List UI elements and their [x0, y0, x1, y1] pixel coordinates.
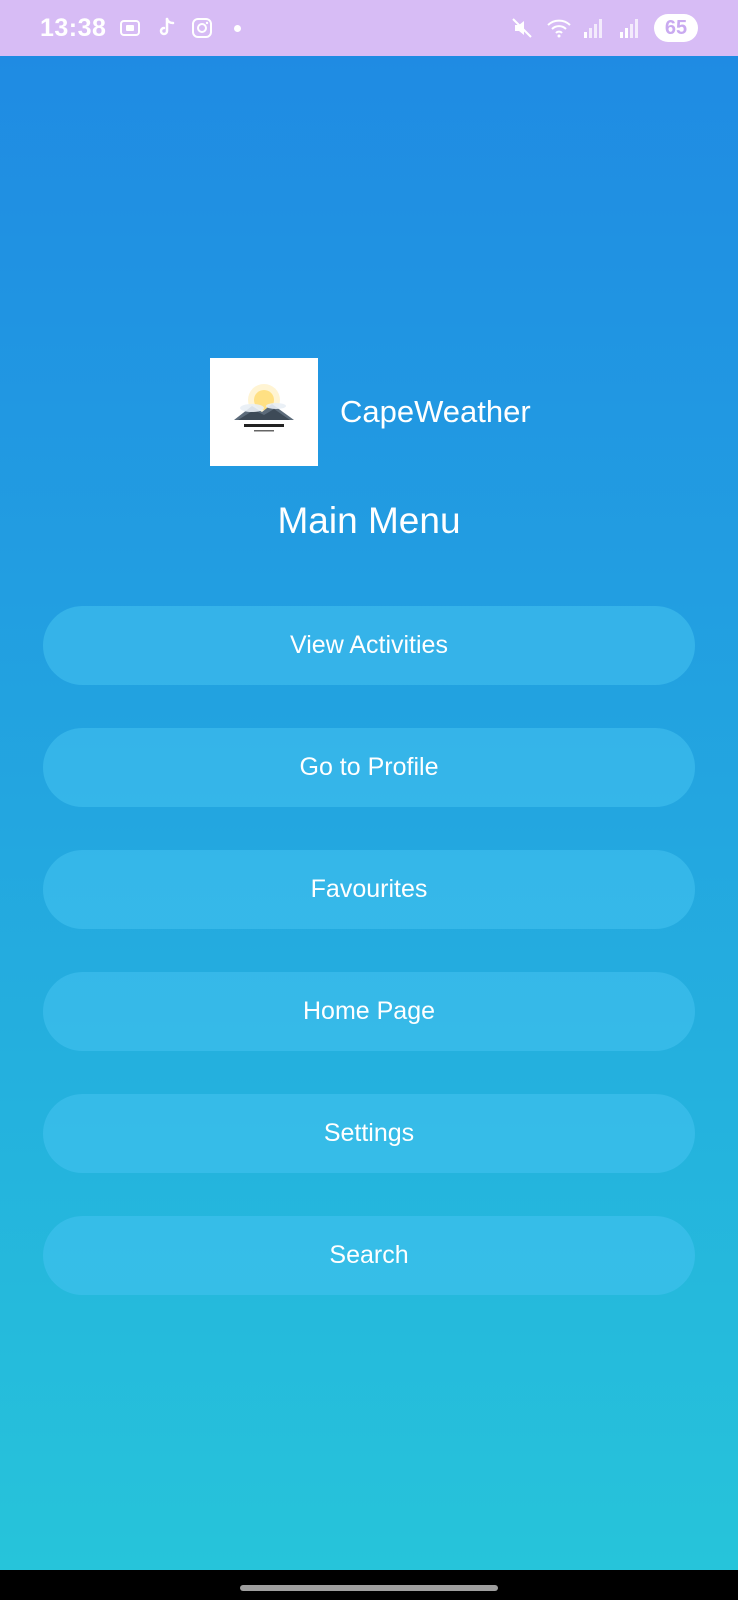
page-title: Main Menu [277, 500, 461, 541]
favourites-button[interactable]: Favourites [43, 850, 695, 929]
status-time: 13:38 [40, 13, 107, 42]
status-left: 13:38 [40, 13, 242, 43]
mute-icon [510, 16, 534, 40]
notification-dot [234, 24, 242, 32]
instagram-icon [190, 16, 214, 40]
wifi-icon [546, 16, 571, 40]
app-header: CapeWeather [210, 358, 531, 466]
home-page-button[interactable]: Home Page [43, 972, 695, 1051]
main-screen: CapeWeather Main Menu View Activities Go… [0, 56, 738, 1570]
view-activities-button[interactable]: View Activities [43, 606, 695, 685]
tiktok-icon [154, 16, 178, 40]
signal-icon [582, 16, 606, 40]
status-right: 65 [510, 14, 698, 42]
go-to-profile-button[interactable]: Go to Profile [43, 728, 695, 807]
gesture-handle[interactable] [240, 1585, 498, 1591]
app-logo [210, 358, 318, 466]
app-name: CapeWeather [340, 394, 531, 429]
search-button[interactable]: Search [43, 1216, 695, 1295]
battery-indicator: 65 [654, 14, 698, 42]
status-bar: 13:38 65 [0, 0, 738, 56]
mountain-logo-icon [234, 384, 294, 432]
signal-icon [618, 16, 642, 40]
settings-button[interactable]: Settings [43, 1094, 695, 1173]
screenshot-icon [118, 16, 142, 40]
main-menu: View Activities Go to Profile Favourites… [43, 606, 695, 1338]
